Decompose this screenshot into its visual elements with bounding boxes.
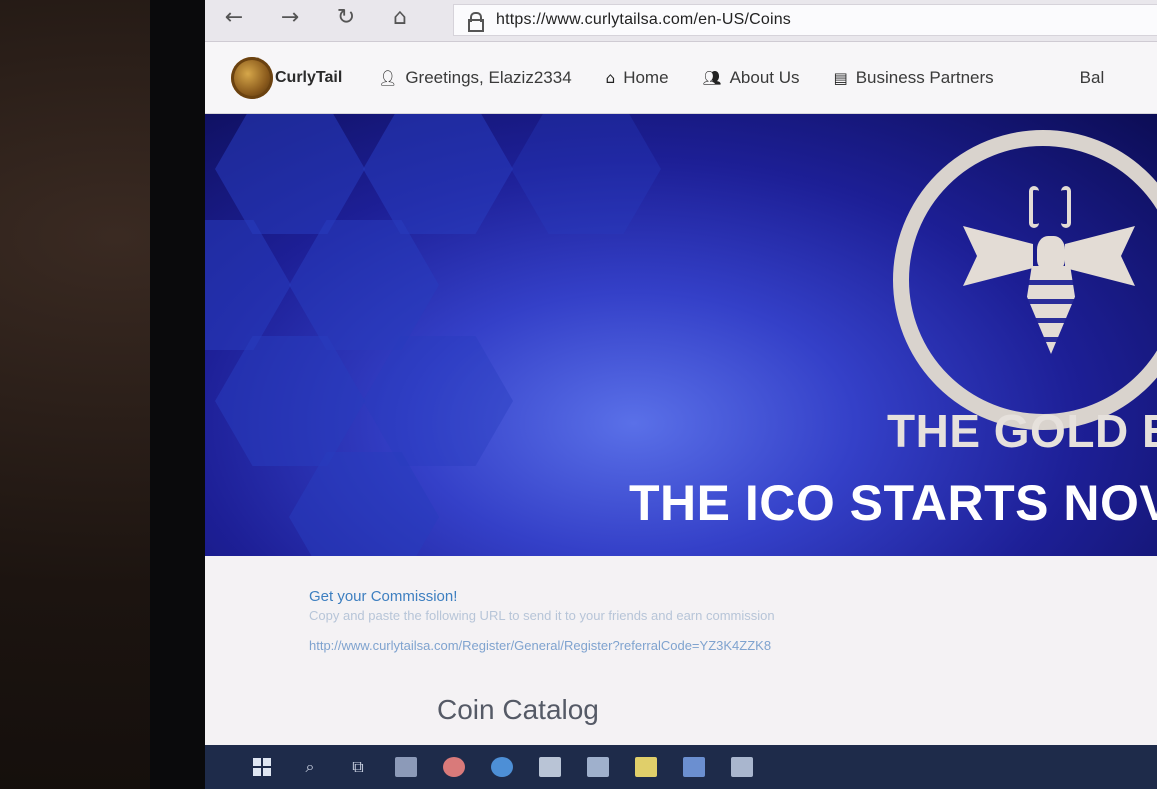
nav-about-label: About Us xyxy=(729,67,800,87)
commission-description: Copy and paste the following URL to send… xyxy=(309,608,775,623)
user-icon: 👤︎ xyxy=(378,68,398,87)
mail-icon[interactable] xyxy=(581,752,615,782)
commission-title: Get your Commission! xyxy=(309,588,458,605)
referral-link[interactable]: http://www.curlytailsa.com/Register/Gene… xyxy=(309,638,771,653)
brand-logo[interactable]: CurlyTail xyxy=(231,56,343,99)
commission-section: Get your Commission! Copy and paste the … xyxy=(205,556,1157,746)
home-icon: ⌂ xyxy=(605,68,616,87)
monitor-screen: ← → ↻ ⌂ https://www.curlytailsa.com/en-U… xyxy=(205,0,1157,789)
site-navbar: CurlyTail 👤︎ Greetings, Elaziz2334 ⌂ Hom… xyxy=(205,42,1157,114)
windows-start-icon[interactable] xyxy=(245,752,279,782)
windows-taskbar: ⌕ ⧉ xyxy=(205,745,1157,789)
nav-balance-label: Bal xyxy=(1079,67,1105,87)
home-icon[interactable]: ⌂ xyxy=(385,4,415,32)
search-icon[interactable]: ⌕ xyxy=(293,752,327,782)
file-explorer-icon[interactable] xyxy=(389,752,423,782)
task-view-icon[interactable]: ⧉ xyxy=(341,752,375,782)
coin-logo-icon xyxy=(231,56,273,99)
nav-balance[interactable]: Bal xyxy=(1080,68,1105,88)
address-bar[interactable]: https://www.curlytailsa.com/en-US/Coins xyxy=(453,4,1157,36)
nav-greeting[interactable]: 👤︎ Greetings, Elaziz2334 xyxy=(378,68,571,88)
back-arrow-icon[interactable]: ← xyxy=(219,4,249,32)
greeting-label: Greetings, Elaziz2334 xyxy=(405,67,572,87)
forward-arrow-icon[interactable]: → xyxy=(275,4,305,32)
hexagon-decoration xyxy=(215,336,365,466)
brand-name: CurlyTail xyxy=(275,68,343,86)
hero-banner: THE GOLD B THE ICO STARTS NOV xyxy=(205,114,1157,556)
hexagon-decoration xyxy=(511,114,661,234)
lock-icon xyxy=(468,12,484,32)
hexagon-decoration xyxy=(205,220,291,350)
word-icon[interactable] xyxy=(677,752,711,782)
nav-home-label: Home xyxy=(623,67,669,87)
nav-business-partners[interactable]: ▤ Business Partners xyxy=(834,68,994,88)
coin-catalog-heading: Coin Catalog xyxy=(437,694,599,725)
refresh-icon[interactable]: ↻ xyxy=(331,4,361,32)
hexagon-decoration xyxy=(363,336,513,466)
hero-title: THE GOLD B xyxy=(887,405,1157,457)
nav-partners-label: Business Partners xyxy=(855,67,994,87)
store-icon[interactable] xyxy=(533,752,567,782)
browser-toolbar: ← → ↻ ⌂ https://www.curlytailsa.com/en-U… xyxy=(205,0,1157,42)
photo-background: ← → ↻ ⌂ https://www.curlytailsa.com/en-U… xyxy=(0,0,1157,789)
sticky-notes-icon[interactable] xyxy=(629,752,663,782)
bee-emblem-icon xyxy=(893,130,1157,430)
id-card-icon: ▤ xyxy=(833,68,848,87)
hexagon-decoration xyxy=(363,114,513,234)
nav-home[interactable]: ⌂ Home xyxy=(606,68,669,88)
hexagon-decoration xyxy=(289,452,439,556)
url-text: https://www.curlytailsa.com/en-US/Coins xyxy=(496,11,792,28)
nav-about-us[interactable]: 👥︎ About Us xyxy=(703,68,800,88)
hexagon-decoration xyxy=(289,220,439,350)
chrome-icon[interactable] xyxy=(437,752,471,782)
users-icon: 👥︎ xyxy=(702,68,722,87)
edge-icon[interactable] xyxy=(485,752,519,782)
photos-icon[interactable] xyxy=(725,752,759,782)
hero-subtitle: THE ICO STARTS NOV xyxy=(629,475,1157,531)
hexagon-decoration xyxy=(215,114,365,234)
